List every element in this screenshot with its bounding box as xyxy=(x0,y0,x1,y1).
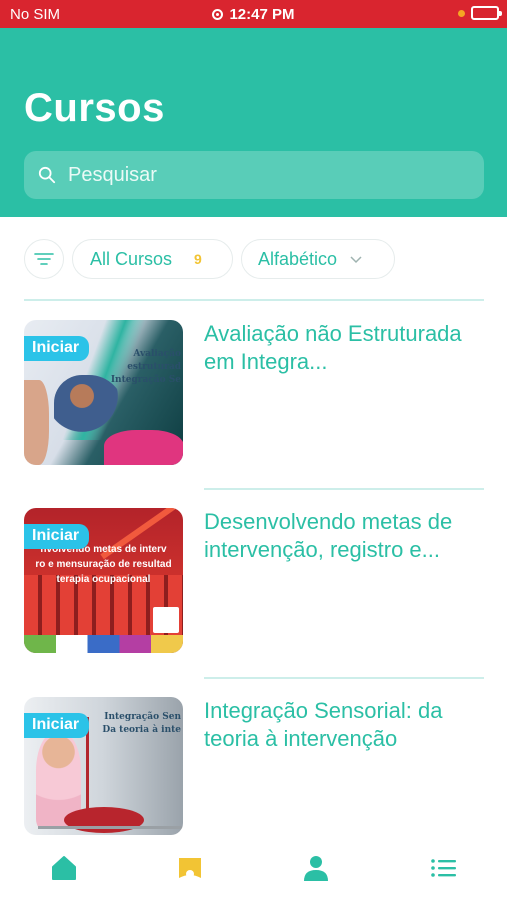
course-title[interactable]: Desenvolvendo metas de intervenção, regi… xyxy=(204,508,489,564)
clock: 12:47 PM xyxy=(0,6,507,23)
course-title[interactable]: Integração Sensorial: da teoria à interv… xyxy=(204,697,489,753)
search-input[interactable] xyxy=(68,163,448,187)
alarm-icon xyxy=(212,9,224,20)
battery-icon xyxy=(471,6,502,20)
thumbnail-caption: Integração Sen Da teoria à inte xyxy=(102,712,181,735)
menu-icon[interactable] xyxy=(430,854,458,882)
status-bar: No SIM 12:47 PM xyxy=(0,0,507,28)
course-thumbnail[interactable]: nvolvendo metas de interv ro e mensuração… xyxy=(24,508,183,653)
time-label: 12:47 PM xyxy=(229,6,295,23)
divider xyxy=(204,488,484,490)
start-badge[interactable]: Iniciar xyxy=(24,524,90,549)
divider xyxy=(204,677,484,679)
filter-button[interactable] xyxy=(24,239,64,279)
course-thumbnail[interactable]: Avaliação estruturad Integração Se Iniciar xyxy=(24,320,183,465)
divider xyxy=(24,299,484,301)
status-icons xyxy=(458,6,502,20)
start-badge[interactable]: Iniciar xyxy=(24,336,90,361)
profile-icon[interactable] xyxy=(302,854,330,882)
home-icon[interactable] xyxy=(50,854,78,882)
filter-bar: All Cursos 9 Alfabético xyxy=(24,239,395,279)
bottom-nav xyxy=(0,840,507,900)
all-courses-chip[interactable]: All Cursos 9 xyxy=(72,239,233,279)
search-bar[interactable] xyxy=(24,151,484,199)
course-title[interactable]: Avaliação não Estruturada em Integra... xyxy=(204,320,489,376)
course-thumbnail[interactable]: Integração Sen Da teoria à inte Iniciar xyxy=(24,697,183,835)
filter-icon xyxy=(34,253,54,265)
thumbnail-caption: Avaliação estruturad Integração Se xyxy=(110,349,181,385)
courses-count-badge: 9 xyxy=(194,251,202,267)
courses-icon[interactable] xyxy=(176,854,204,882)
start-badge[interactable]: Iniciar xyxy=(24,713,90,738)
header: Cursos xyxy=(0,28,507,217)
privacy-dot-icon xyxy=(458,9,465,17)
all-courses-label: All Cursos xyxy=(90,248,173,269)
chevron-down-icon xyxy=(350,256,362,264)
sort-dropdown[interactable]: Alfabético xyxy=(241,239,395,279)
sort-label: Alfabético xyxy=(258,248,338,269)
page-title: Cursos xyxy=(24,86,165,130)
search-icon xyxy=(38,166,56,184)
